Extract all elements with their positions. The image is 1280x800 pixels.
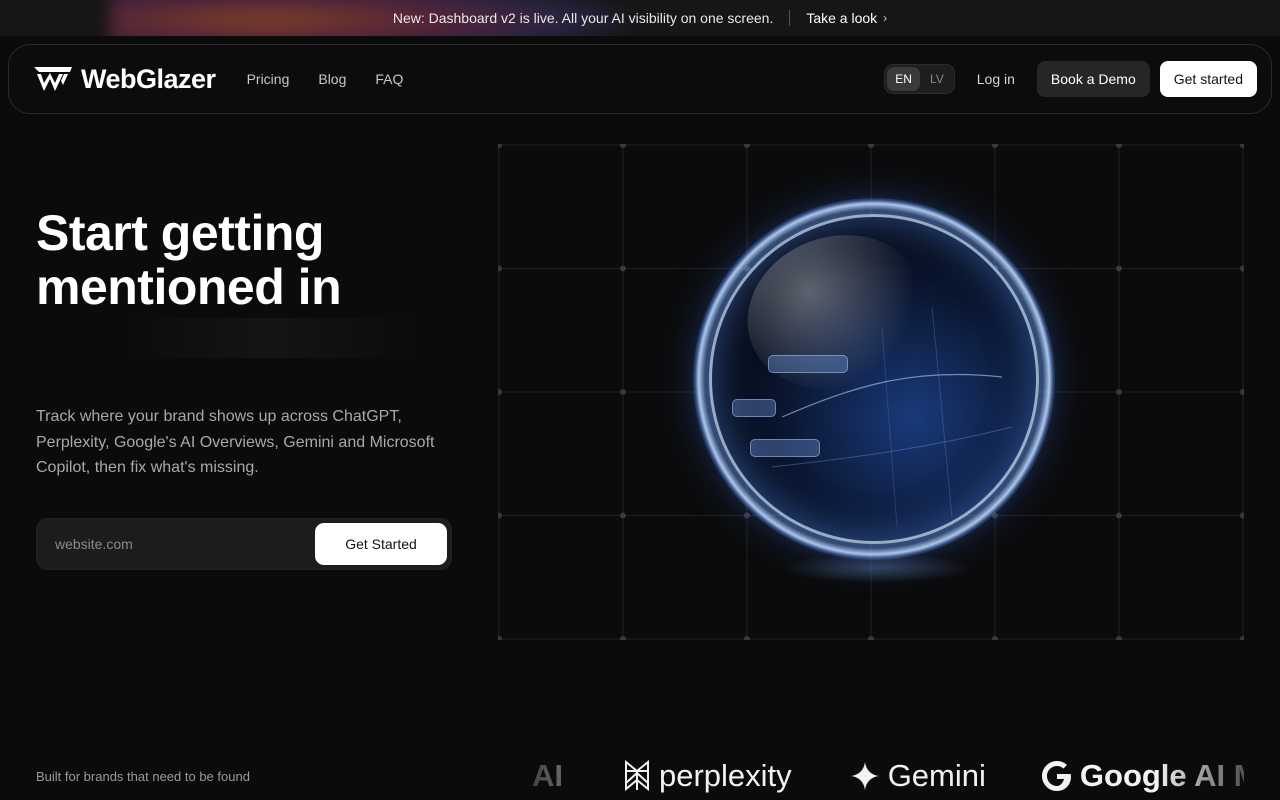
glass-orb-illustration [693,198,1055,583]
grid-node [1240,144,1244,148]
hero-subtitle: Track where your brand shows up across C… [36,408,435,476]
gemini-sparkle-icon [850,762,879,790]
grid-node [1240,512,1244,519]
grid-node [992,144,998,148]
orb-body [709,214,1039,544]
logo-label: perplexity [659,758,792,793]
logo-gemini: Gemini [850,758,986,794]
logo-label: AI [532,758,563,793]
logo-google-ai: Google AI M [1041,758,1244,794]
grid-node [1116,265,1122,272]
grid-node [744,636,750,640]
grid-node [1240,389,1244,395]
logo-perplexity: perplexity [623,758,792,794]
logo-label: Google AI M [1079,758,1244,793]
announcement-divider [789,10,791,26]
main-navbar: WebGlazer Pricing Blog FAQ EN LV Log in … [8,44,1272,114]
hero-rotating-word-placeholder [120,318,420,358]
brand-name: WebGlazer [81,63,216,94]
get-started-submit-button[interactable]: Get Started [315,523,447,565]
orb-grid-lines [771,306,1013,528]
chevron-right-icon: › [883,11,888,25]
nav-link-faq[interactable]: FAQ [375,71,403,87]
grid-node [498,636,502,640]
grid-node [620,389,626,395]
language-switcher: EN LV [884,64,955,94]
take-a-look-label: Take a look [806,10,878,26]
take-a-look-link[interactable]: Take a look › [806,10,887,26]
orb-reflection [783,553,973,583]
grid-node [498,389,502,395]
google-g-icon [1041,761,1071,791]
language-option-en[interactable]: EN [887,67,920,91]
hero-title-line-2: mentioned in [36,259,342,315]
website-input[interactable] [55,536,315,552]
grid-node [620,636,626,640]
grid-node [498,265,502,272]
nav-link-blog[interactable]: Blog [318,71,346,87]
logo-label: Gemini [887,758,986,793]
hero-title: Start getting mentioned in [36,205,342,315]
nav-actions: EN LV Log in Book a Demo Get started [884,61,1257,97]
ai-platform-logo-strip: AI perplexity Gemini Google AI M [520,752,1244,800]
grid-node [1116,389,1122,395]
grid-node [498,512,502,519]
announcement-bar: New: Dashboard v2 is live. All your AI v… [0,0,1280,36]
grid-node [868,144,874,148]
hero-title-line-1: Start getting [36,205,324,261]
language-option-lv[interactable]: LV [922,67,952,91]
grid-node [620,512,626,519]
grid-node [744,144,750,148]
grid-node [1116,512,1122,519]
announcement-text: New: Dashboard v2 is live. All your AI v… [392,10,774,26]
logo-ai-partial: AI [532,758,563,794]
get-started-nav-button[interactable]: Get started [1159,61,1257,97]
grid-node [620,265,626,272]
grid-node [992,636,998,640]
grid-node [868,636,874,640]
nav-link-pricing[interactable]: Pricing [247,71,290,87]
grid-node [1116,636,1122,640]
login-link[interactable]: Log in [977,71,1015,87]
logo-strip-caption: Built for brands that need to be found [36,769,250,784]
grid-node [1240,636,1244,640]
grid-node [1240,265,1244,272]
grid-node [498,144,502,148]
book-demo-button[interactable]: Book a Demo [1036,61,1150,97]
grid-node [620,144,626,148]
website-signup-form: Get Started [36,518,452,570]
nav-links: Pricing Blog FAQ [247,71,404,87]
grid-node [1116,144,1122,148]
perplexity-icon [625,760,649,792]
webglazer-logo-icon [34,67,72,91]
brand-logo[interactable]: WebGlazer [33,64,216,95]
